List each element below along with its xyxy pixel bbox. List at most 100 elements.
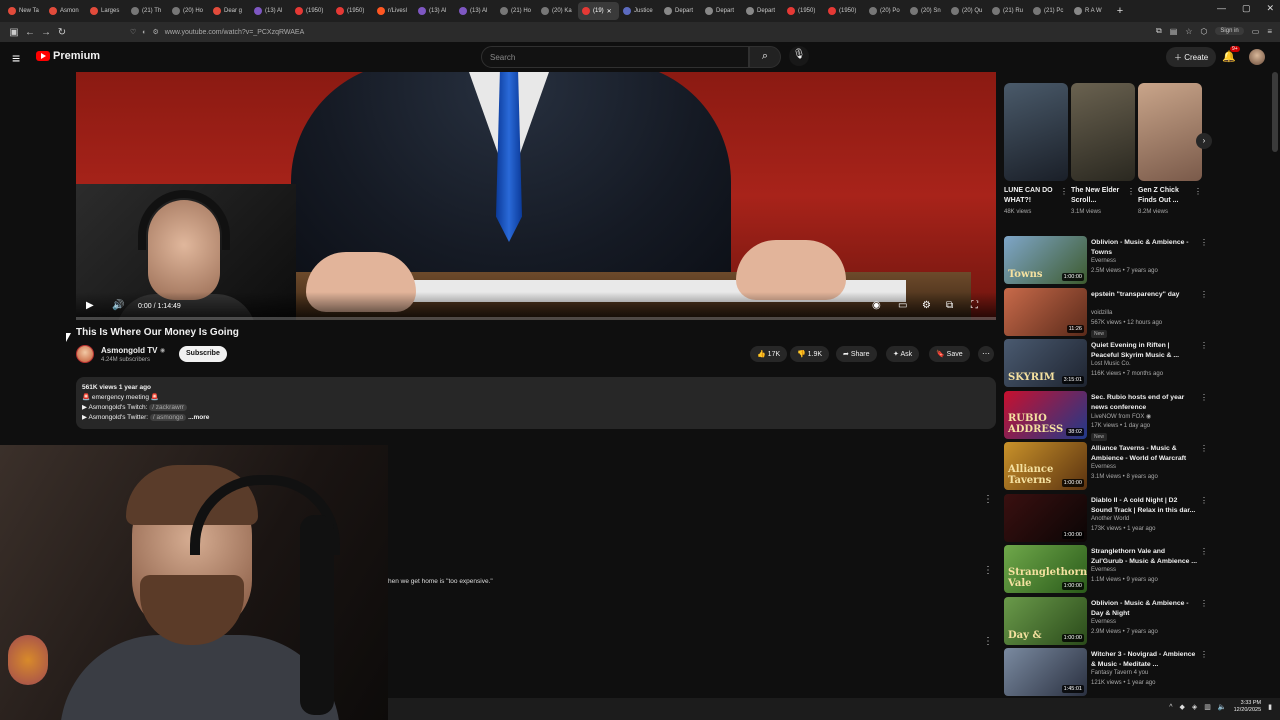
video-thumbnail[interactable]: 11:26 [1004,287,1087,336]
video-title[interactable]: Quiet Evening in Riften | Peaceful Skyri… [1091,341,1197,361]
short-thumbnail[interactable] [1071,83,1135,181]
bookmark-star-icon[interactable]: ☆ [1185,27,1192,36]
browser-tab[interactable]: (19) ✕ [578,2,619,20]
short-thumbnail[interactable] [1004,83,1068,181]
video-channel[interactable]: LiveNOW from FOX ◉ [1091,413,1151,420]
video-menu-icon[interactable]: ⋮ [1200,341,1208,350]
browser-tab[interactable]: Larges [86,2,127,20]
hamburger-menu-icon[interactable]: ≡ [12,50,20,66]
heart-icon[interactable]: ♡ [130,28,136,36]
sign-in-button[interactable]: Sign in [1215,27,1244,35]
settings-gear-icon[interactable]: ⚙ [922,300,931,311]
browser-tab[interactable]: (1950) [332,2,373,20]
video-channel[interactable]: Fantasy Tavern 4 you [1091,670,1148,676]
short-title[interactable]: Gen Z Chick Finds Out ... [1138,186,1192,206]
video-title[interactable]: Oblivion - Music & Ambience - Day & Nigh… [1091,599,1197,619]
reload-icon[interactable]: ↻ [54,27,70,38]
browser-tab[interactable]: (13) Al [455,2,496,20]
comment-menu-icon[interactable]: ⋮ [983,565,993,576]
video-thumbnail[interactable]: 1:45:01 [1004,648,1087,696]
ask-button[interactable]: ✦ Ask [886,346,920,362]
share-button[interactable]: ➦ Share [836,346,877,362]
page-scrollbar[interactable] [1272,72,1278,152]
video-menu-icon[interactable]: ⋮ [1200,547,1208,556]
browser-tab[interactable]: (1950) [783,2,824,20]
extensions-icon[interactable]: ⬡ [1200,27,1207,36]
browser-tab[interactable]: Depart [660,2,701,20]
browser-tab[interactable]: Depart [742,2,783,20]
account-avatar[interactable] [1249,49,1265,65]
more-actions-icon[interactable]: ⋯ [978,346,994,362]
browser-tab[interactable]: (20) Ka [537,2,578,20]
video-thumbnail[interactable]: SKYRIM 3:15:01 [1004,339,1087,387]
volume-tray-icon[interactable]: 🔈 [1218,703,1227,711]
close-icon[interactable]: ✕ [1266,3,1274,14]
browser-tab[interactable]: (21) Ho [496,2,537,20]
video-menu-icon[interactable]: ⋮ [1200,650,1208,659]
video-thumbnail[interactable]: Day & 1:00:00 [1004,596,1087,645]
screenshot-icon[interactable]: ⧉ [1156,26,1162,36]
browser-tab[interactable]: (21) Th [127,2,168,20]
tab-close-icon[interactable]: ✕ [607,8,612,15]
sidebar-toggle-icon[interactable]: ▣ [6,27,22,38]
wallet-icon[interactable]: ▭ [1252,27,1260,36]
recommended-video[interactable]: Alliance Taverns 1:00:00 Alliance Taverns … [1004,442,1208,492]
show-more-link[interactable]: ...more [188,414,209,421]
forward-icon[interactable]: → [38,27,54,38]
browser-tab[interactable]: (20) Qu [947,2,988,20]
recommended-video[interactable]: Towns 1:00:00 Oblivion - Music & Ambience … [1004,236,1208,286]
minimize-icon[interactable]: — [1217,3,1226,14]
video-menu-icon[interactable]: ⋮ [1200,599,1208,608]
miniplayer-icon[interactable]: ⧉ [946,300,953,311]
video-title[interactable]: Stranglethorn Vale and Zul'Gurub - Music… [1091,547,1197,567]
site-info-icon[interactable]: ⚙ [153,28,159,36]
recommended-video[interactable]: RUBIO ADDRESS 38:02 Sec. Rubio hosts end o… [1004,390,1208,441]
description-box[interactable]: 561K views 1 year ago 🚨 emergency meetin… [76,377,996,429]
video-title[interactable]: Sec. Rubio hosts end of year news confer… [1091,393,1197,413]
video-channel[interactable]: Another World [1091,516,1129,522]
browser-tab[interactable]: (13) Al [250,2,291,20]
microphone-icon[interactable]: 🎙 [789,46,809,66]
twitter-link[interactable]: / asmongo [149,414,187,421]
browser-tab[interactable]: Justice [619,2,660,20]
video-menu-icon[interactable]: ⋮ [1200,444,1208,453]
video-title[interactable]: Witcher 3 - Novigrad - Ambience & Music … [1091,650,1197,670]
search-input[interactable]: Search [481,46,749,68]
short-title[interactable]: LUNE CAN DO WHAT?! [1004,186,1058,206]
video-menu-icon[interactable]: ⋮ [1200,393,1208,402]
comment-menu-icon[interactable]: ⋮ [983,494,993,505]
video-channel[interactable]: voidzilla [1091,310,1112,316]
browser-tab[interactable]: (21) Ru [988,2,1029,20]
menu-icon[interactable]: ≡ [1267,27,1272,36]
url-text[interactable]: www.youtube.com/watch?v=_PCXzqRWAEA [165,29,304,36]
network-icon[interactable]: ▥ [1204,703,1211,711]
video-player[interactable]: ▶ 🔊 0:00 / 1:14:49 ◉ ▭ ⚙ ⧉ ⛶ [76,72,996,320]
notification-center-icon[interactable]: ▮ [1268,703,1272,711]
clock[interactable]: 3:33 PM 12/20/2025 [1234,700,1262,714]
browser-tab[interactable]: Asmon [45,2,86,20]
video-menu-icon[interactable]: ⋮ [1200,290,1208,299]
recommended-video[interactable]: Stranglethorn Vale 1:00:00 Stranglethorn V… [1004,545,1208,595]
video-channel[interactable]: Everness [1091,619,1116,625]
tray-app-icon[interactable]: ◆ [1179,703,1184,711]
play-icon[interactable]: ▶ [86,300,94,311]
recommended-video[interactable]: 11:26 epstein "transparency" day voidzilla… [1004,287,1208,338]
maximize-icon[interactable]: ▢ [1242,3,1251,14]
channel-avatar[interactable] [76,345,94,363]
like-button[interactable]: 👍 17K [750,346,788,362]
video-channel[interactable]: Everness [1091,567,1116,573]
video-title[interactable]: epstein "transparency" day [1091,290,1197,300]
browser-tab[interactable]: (1950) [824,2,865,20]
short-thumbnail[interactable] [1138,83,1202,181]
video-channel[interactable]: Lost Music Co. [1091,361,1131,367]
short-menu-icon[interactable]: ⋮ [1127,187,1135,196]
fullscreen-icon[interactable]: ⛶ [971,300,978,311]
video-thumbnail[interactable]: Towns 1:00:00 [1004,236,1087,284]
video-channel[interactable]: Everness [1091,464,1116,470]
video-thumbnail[interactable]: Alliance Taverns 1:00:00 [1004,442,1087,490]
browser-tab[interactable]: (20) Sn [906,2,947,20]
create-button[interactable]: ＋ Create [1166,47,1217,67]
channel-name[interactable]: Asmongold TV [101,346,157,355]
video-thumbnail[interactable]: Stranglethorn Vale 1:00:00 [1004,545,1087,593]
video-title[interactable]: Oblivion - Music & Ambience - Towns [1091,238,1197,258]
